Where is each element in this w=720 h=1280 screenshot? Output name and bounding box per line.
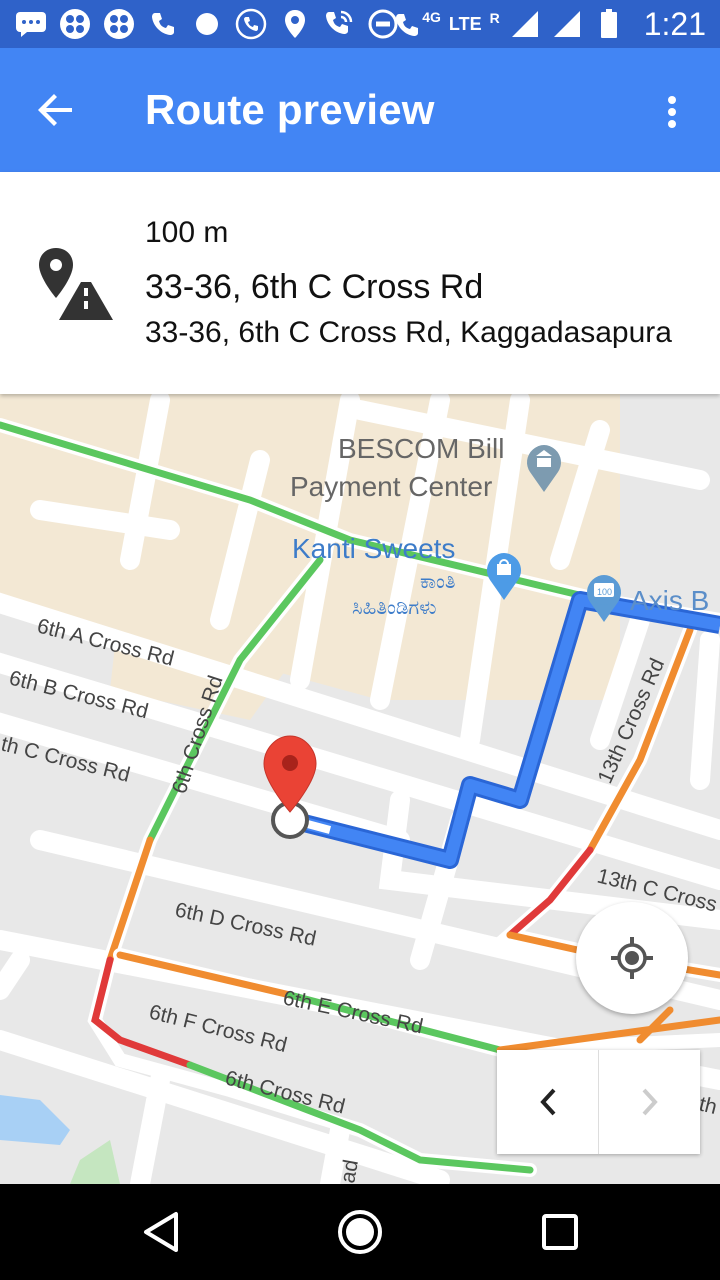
previous-step-button[interactable] [497, 1050, 598, 1154]
page-title: Route preview [145, 86, 435, 133]
my-location-icon [611, 937, 653, 979]
overflow-menu-button[interactable] [652, 84, 692, 140]
phone-icon [146, 7, 180, 41]
back-arrow-icon [38, 94, 72, 126]
wifi-call-icon [322, 7, 356, 41]
signal-icon [508, 7, 542, 41]
signal-icon-2 [550, 7, 584, 41]
my-location-button[interactable] [576, 902, 688, 1014]
chevron-right-icon [642, 1088, 658, 1116]
system-navigation-bar [0, 1184, 720, 1280]
step-navigation [497, 1050, 700, 1154]
app-grid-icon [58, 7, 92, 41]
status-system: 4G LTE R 1:21 [392, 6, 706, 42]
step-detail: 33-36, 6th C Cross Rd, Kaggadasapura [145, 316, 672, 349]
square-recents-icon [542, 1214, 578, 1250]
water-area [0, 1095, 70, 1145]
destination-pin-road-icon [36, 246, 116, 324]
road-label-bottom-partial: ad [336, 1158, 363, 1184]
poi-kanti-local-1: ಕಾಂತಿ [420, 569, 456, 593]
road-label-6th-e: 6th E Cross Rd [281, 986, 425, 1038]
system-recents-button[interactable] [532, 1204, 588, 1260]
park-area [70, 1140, 120, 1184]
volte-call-icon [392, 7, 426, 41]
system-back-button[interactable] [134, 1204, 190, 1260]
network-4g-label: 4G [422, 9, 441, 25]
dot-icon [190, 7, 224, 41]
road-label-edge-th: th [697, 1093, 720, 1120]
destination-marker[interactable] [263, 735, 317, 839]
call-circle-icon [234, 7, 268, 41]
road-label-6th-f: 6th F Cross Rd [147, 1001, 290, 1057]
map-view[interactable]: 6th A Cross Rd 6th B Cross Rd th C Cross… [0, 394, 720, 1184]
poi-bescom-line2: Payment Center [290, 471, 492, 502]
poi-axis[interactable]: 100 Axis B [587, 575, 709, 622]
home-circle-icon [338, 1210, 382, 1254]
app-bar: Route preview [0, 48, 720, 172]
route-step-card[interactable]: 100 m 33-36, 6th C Cross Rd 33-36, 6th C… [0, 172, 720, 394]
more-vert-icon [668, 96, 676, 128]
next-step-button[interactable] [599, 1050, 700, 1154]
roaming-label: R [489, 10, 500, 26]
atm-badge-label: 100 [597, 587, 612, 597]
location-icon [278, 7, 312, 41]
app-grid-icon-2 [102, 7, 136, 41]
network-lte-label: LTE [448, 13, 482, 34]
poi-axis-label: Axis B [630, 585, 709, 616]
status-bar: 4G LTE R 1:21 [0, 0, 720, 48]
clock: 1:21 [643, 5, 706, 42]
status-notifications [14, 6, 400, 42]
chevron-left-icon [539, 1088, 555, 1116]
message-icon [14, 7, 48, 41]
step-distance: 100 m [145, 216, 229, 249]
triangle-back-icon [144, 1212, 178, 1252]
system-home-button[interactable] [332, 1204, 388, 1260]
battery-icon [592, 7, 626, 41]
poi-bescom-line1: BESCOM Bill [338, 433, 504, 464]
poi-kanti-local-2: ಸಿಹಿತಿಂಡಿಗಳು [352, 595, 436, 619]
poi-kanti-label: Kanti Sweets [292, 533, 455, 564]
step-street: 33-36, 6th C Cross Rd [145, 268, 484, 306]
back-button[interactable] [26, 80, 86, 140]
